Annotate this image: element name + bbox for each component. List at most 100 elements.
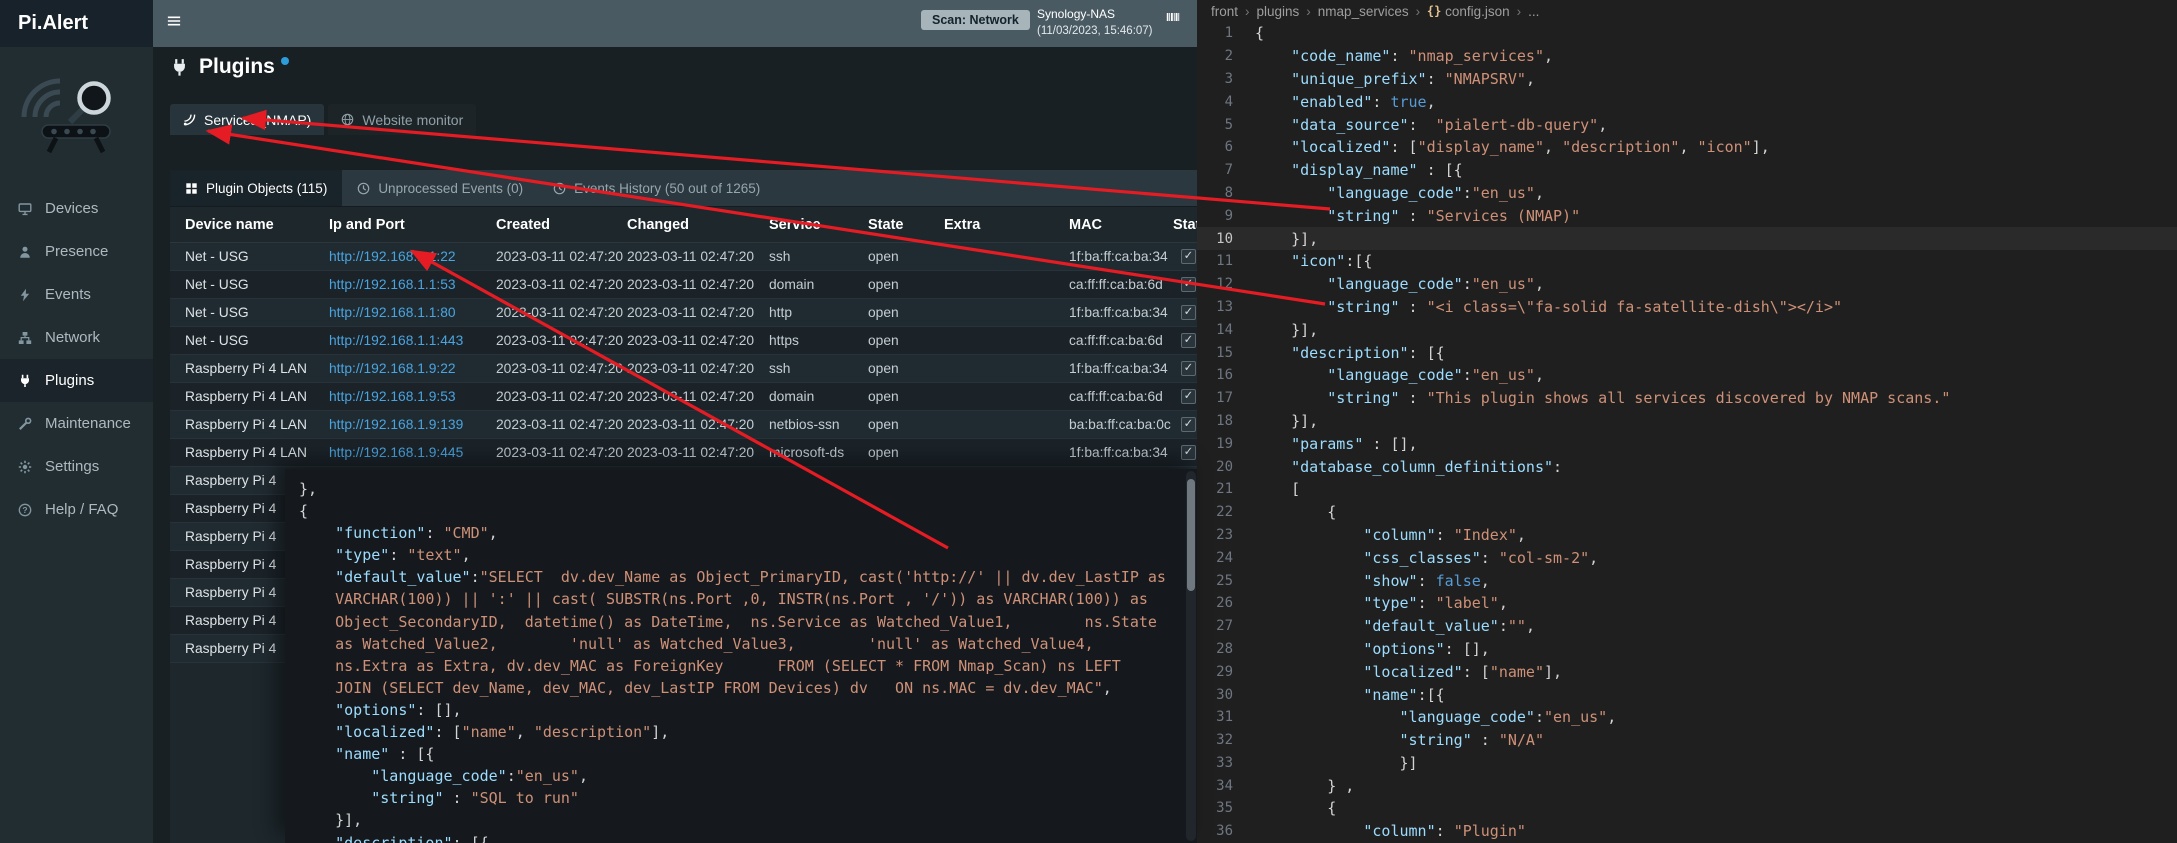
editor-line: 30 "name":[{ [1197, 683, 2177, 706]
line-number: 6 [1197, 139, 1255, 155]
editor-line: 28 "options": [], [1197, 638, 2177, 661]
service-cell: domain [769, 389, 868, 404]
row-checkbox[interactable]: ✓ [1181, 333, 1196, 348]
created-cell: 2023-03-11 02:47:20 [496, 277, 627, 292]
breadcrumb-item-[interactable]: ... [1528, 4, 1539, 19]
sidebar-item-devices[interactable]: Devices [0, 187, 153, 230]
device-name-cell: Net - USG [185, 277, 329, 292]
overlay-code: },{ "function": "CMD", "type": "text", "… [285, 469, 1197, 843]
ip-port-link[interactable]: http://192.168.1.1:80 [329, 305, 456, 320]
overlay-scrollbar-thumb[interactable] [1187, 479, 1195, 591]
row-checkbox[interactable]: ✓ [1181, 249, 1196, 264]
line-number: 1 [1197, 25, 1255, 41]
row-checkbox[interactable]: ✓ [1181, 389, 1196, 404]
line-number: 17 [1197, 390, 1255, 406]
wrench-icon [18, 417, 32, 431]
state-cell: open [868, 333, 944, 348]
sidebar-item-label: Devices [45, 200, 98, 217]
editor-line: 15 "description": [{ [1197, 341, 2177, 364]
breadcrumb-item-front[interactable]: front [1211, 4, 1238, 19]
editor-line: 29 "localized": ["name"], [1197, 660, 2177, 683]
sidebar-item-presence[interactable]: Presence [0, 230, 153, 273]
row-checkbox[interactable]: ✓ [1181, 305, 1196, 320]
state-cell: open [868, 305, 944, 320]
editor-line: 25 "show": false, [1197, 569, 2177, 592]
line-number: 31 [1197, 709, 1255, 725]
subtab-label: Events History (50 out of 1265) [574, 181, 760, 196]
editor-line: 12 "language_code":"en_us", [1197, 273, 2177, 296]
subtab-events-history-50-out-of-1265[interactable]: Events History (50 out of 1265) [538, 170, 775, 206]
line-number: 25 [1197, 573, 1255, 589]
device-name-cell: Raspberry Pi 4 LAN [185, 445, 329, 460]
tab-label: Services (NMAP) [204, 112, 311, 128]
overlay-scrollbar[interactable] [1186, 471, 1196, 841]
line-number: 15 [1197, 345, 1255, 361]
tab-website-monitor[interactable]: Website monitor [328, 104, 476, 135]
sidebar-item-label: Events [45, 286, 91, 303]
column-header-service: Service [769, 217, 868, 233]
breadcrumb-item-nmap-services[interactable]: nmap_services [1318, 4, 1409, 19]
editor-code: 1{2 "code_name": "nmap_services",3 "uniq… [1197, 22, 2177, 843]
line-number: 2 [1197, 48, 1255, 64]
row-checkbox[interactable]: ✓ [1181, 277, 1196, 292]
satellite-dish-icon [183, 113, 196, 126]
sql-code-overlay: },{ "function": "CMD", "type": "text", "… [285, 469, 1197, 843]
info-badge[interactable] [281, 57, 289, 65]
line-number: 5 [1197, 117, 1255, 133]
line-number: 9 [1197, 208, 1255, 224]
created-cell: 2023-03-11 02:47:20 [496, 333, 627, 348]
row-checkbox[interactable]: ✓ [1181, 417, 1196, 432]
line-number: 22 [1197, 504, 1255, 520]
subtab-unprocessed-events-0[interactable]: Unprocessed Events (0) [342, 170, 538, 206]
line-number: 30 [1197, 687, 1255, 703]
device-name-cell: Raspberry Pi 4 LAN [185, 361, 329, 376]
code-editor[interactable]: front›plugins›nmap_services›{}config.jso… [1197, 0, 2177, 843]
status-cell: ✓ [1173, 361, 1197, 376]
subtab-label: Unprocessed Events (0) [378, 181, 523, 196]
subtab-plugin-objects-115[interactable]: Plugin Objects (115) [170, 170, 342, 206]
column-header-changed: Changed [627, 217, 769, 233]
line-number: 13 [1197, 299, 1255, 315]
service-cell: http [769, 305, 868, 320]
sidebar-item-label: Help / FAQ [45, 501, 118, 518]
table-row: Raspberry Pi 4 LANhttp://192.168.1.9:532… [170, 383, 1197, 411]
row-checkbox[interactable]: ✓ [1181, 445, 1196, 460]
editor-breadcrumb: front›plugins›nmap_services›{}config.jso… [1197, 0, 2177, 22]
column-header-created: Created [496, 217, 627, 233]
editor-line: 19 "params" : [], [1197, 432, 2177, 455]
mac-cell: 1f:ba:ff:ca:ba:34 [1069, 361, 1173, 376]
ip-port-link[interactable]: http://192.168.1.9:139 [329, 417, 463, 432]
created-cell: 2023-03-11 02:47:20 [496, 249, 627, 264]
ip-port-link[interactable]: http://192.168.1.1:22 [329, 249, 456, 264]
device-name-cell: Net - USG [185, 333, 329, 348]
sidebar-item-maintenance[interactable]: Maintenance [0, 402, 153, 445]
status-cell: ✓ [1173, 277, 1197, 292]
editor-line: 2 "code_name": "nmap_services", [1197, 45, 2177, 68]
sidebar-item-plugins[interactable]: Plugins [0, 359, 153, 402]
state-cell: open [868, 417, 944, 432]
ip-port-link[interactable]: http://192.168.1.9:445 [329, 445, 463, 460]
ip-port-cell: http://192.168.1.1:53 [329, 277, 496, 292]
sidebar-item-events[interactable]: Events [0, 273, 153, 316]
tab-services-nmap[interactable]: Services (NMAP) [170, 104, 324, 135]
editor-line: 31 "language_code":"en_us", [1197, 706, 2177, 729]
sidebar-item-settings[interactable]: Settings [0, 445, 153, 488]
barcode-icon[interactable] [1166, 10, 1180, 24]
line-number: 20 [1197, 459, 1255, 475]
ip-port-link[interactable]: http://192.168.1.9:53 [329, 389, 456, 404]
column-header-ip-and-port: Ip and Port [329, 217, 496, 233]
user-icon [18, 245, 32, 259]
sidebar-item-network[interactable]: Network [0, 316, 153, 359]
editor-line: 22 { [1197, 501, 2177, 524]
service-cell: ssh [769, 249, 868, 264]
hamburger-menu-icon[interactable] [167, 14, 181, 28]
row-checkbox[interactable]: ✓ [1181, 361, 1196, 376]
ip-port-link[interactable]: http://192.168.1.1:53 [329, 277, 456, 292]
ip-port-link[interactable]: http://192.168.1.9:22 [329, 361, 456, 376]
network-icon [18, 331, 32, 345]
sidebar-item-help-faq[interactable]: ?Help / FAQ [0, 488, 153, 531]
ip-port-link[interactable]: http://192.168.1.1:443 [329, 333, 463, 348]
breadcrumb-item-plugins[interactable]: plugins [1257, 4, 1300, 19]
breadcrumb-item-config-json[interactable]: {}config.json [1427, 4, 1510, 19]
editor-line: 27 "default_value":"", [1197, 615, 2177, 638]
